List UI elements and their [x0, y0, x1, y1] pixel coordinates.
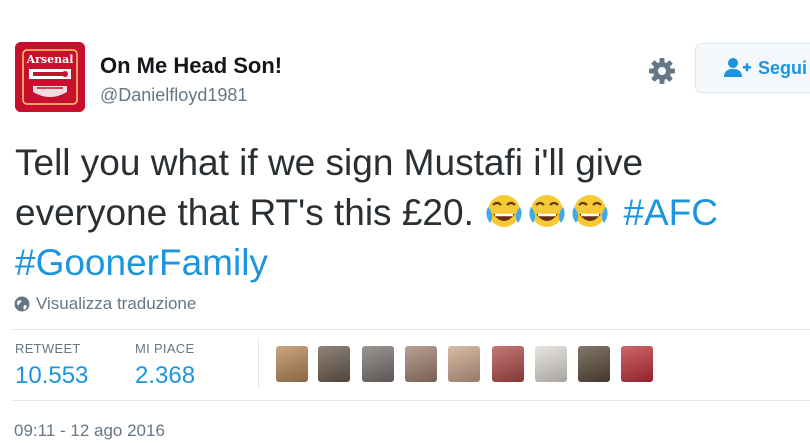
retweets-label: RETWEET — [15, 341, 81, 356]
tears-of-joy-emoji-icon — [529, 195, 565, 227]
globe-icon — [14, 296, 30, 312]
tweet-line-2-text: everyone that RT's this £20. — [15, 192, 474, 233]
likes-count[interactable]: 2.368 — [135, 362, 195, 390]
arsenal-crest-icon: Arsenal — [15, 42, 85, 112]
follow-button[interactable]: Segui — [695, 43, 810, 93]
liker-avatar[interactable] — [492, 346, 524, 382]
tweet-text: Tell you what if we sign Mustafi i'll gi… — [15, 138, 805, 288]
liker-avatar[interactable] — [448, 346, 480, 382]
liker-avatar[interactable] — [535, 346, 567, 382]
liker-avatar[interactable] — [276, 346, 308, 382]
tweet-line-2: everyone that RT's this £20. #AFC — [15, 188, 805, 238]
likes-label: MI PIACE — [135, 341, 195, 356]
hashtag-goonerfamily[interactable]: #GoonerFamily — [15, 242, 268, 283]
tweet-timestamp[interactable]: 09:11 - 12 ago 2016 — [14, 421, 165, 441]
follow-button-label: Segui — [758, 57, 808, 78]
tears-of-joy-emoji-icon — [572, 195, 608, 227]
liker-avatar[interactable] — [362, 346, 394, 382]
display-name[interactable]: On Me Head Son! — [100, 53, 282, 79]
retweets-count[interactable]: 10.553 — [15, 362, 88, 390]
hashtag-afc[interactable]: #AFC — [623, 192, 718, 233]
divider — [12, 329, 810, 330]
stats-separator — [258, 338, 259, 388]
tears-of-joy-emoji-icon — [486, 195, 522, 227]
avatar[interactable]: Arsenal — [15, 42, 85, 112]
divider — [12, 400, 810, 401]
liker-avatar[interactable] — [578, 346, 610, 382]
liker-avatar[interactable] — [318, 346, 350, 382]
gear-icon[interactable] — [646, 55, 678, 87]
translate-link[interactable]: Visualizza traduzione — [14, 294, 196, 314]
liker-avatar[interactable] — [405, 346, 437, 382]
user-handle[interactable]: @Danielfloyd1981 — [100, 85, 247, 106]
tweet-line-1: Tell you what if we sign Mustafi i'll gi… — [15, 142, 644, 183]
tweet-line-3: #GoonerFamily — [15, 238, 805, 288]
add-user-icon — [724, 58, 751, 77]
liker-avatar[interactable] — [621, 346, 653, 382]
translate-label: Visualizza traduzione — [36, 294, 197, 313]
svg-text:Arsenal: Arsenal — [26, 53, 74, 66]
